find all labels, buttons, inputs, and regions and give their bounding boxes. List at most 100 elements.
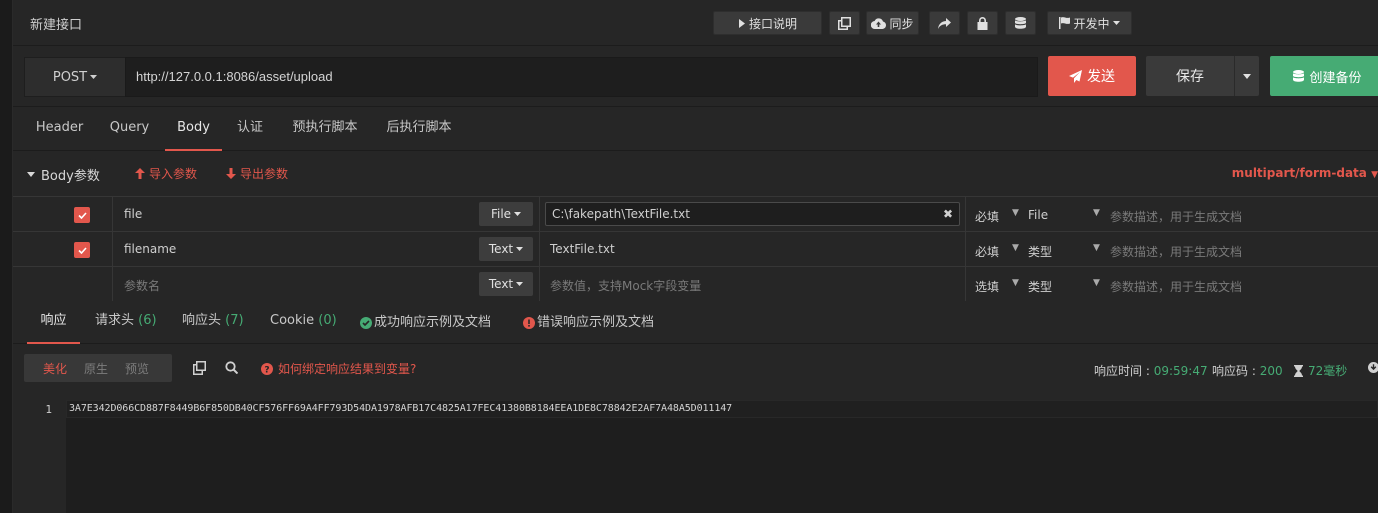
- param-name[interactable]: filename: [124, 242, 176, 256]
- left-sidebar-edge: [0, 0, 13, 513]
- param-datatype-select[interactable]: 类型: [1028, 278, 1052, 295]
- export-params-label: 导出参数: [240, 167, 289, 181]
- save-label: 保存: [1176, 69, 1204, 85]
- param-enabled-checkbox[interactable]: [74, 207, 90, 223]
- send-button[interactable]: 发送: [1048, 56, 1136, 96]
- paper-plane-icon: [1069, 69, 1082, 83]
- arrow-down-icon: [226, 168, 236, 179]
- tab-post-script[interactable]: 后执行脚本: [379, 107, 459, 151]
- param-enabled-checkbox[interactable]: [74, 242, 90, 258]
- save-options-dropdown[interactable]: [1234, 56, 1259, 96]
- tab-error-docs-label: 错误响应示例及文档: [537, 314, 655, 330]
- bind-variable-help-link[interactable]: ? 如何绑定响应结果到变量?: [261, 360, 416, 377]
- url-input[interactable]: http://127.0.0.1:8086/asset/upload: [125, 57, 1038, 97]
- response-time: 响应时间 : 09:59:47: [1094, 362, 1208, 379]
- title-bar: 新建接口 接口说明 同步 开发中: [13, 0, 1378, 46]
- caret-down-icon: [514, 212, 522, 216]
- param-value-input[interactable]: 参数值，支持Mock字段变量: [550, 277, 701, 294]
- view-mode-toggle: 美化 原生 预览: [24, 354, 172, 382]
- tab-response-headers[interactable]: 响应头 (7): [182, 301, 244, 344]
- clear-icon[interactable]: ✖: [943, 203, 953, 225]
- view-mode-raw[interactable]: 原生: [84, 360, 108, 377]
- lock-icon: [977, 16, 988, 30]
- param-datatype-select[interactable]: File: [1028, 208, 1048, 222]
- tab-request-headers[interactable]: 请求头 (6): [95, 301, 157, 344]
- copy-button[interactable]: [829, 11, 860, 35]
- api-doc-button[interactable]: 接口说明: [713, 11, 822, 35]
- check-icon: [77, 246, 87, 254]
- method-label: POST: [52, 69, 88, 85]
- flag-icon: [1059, 17, 1071, 29]
- param-type-label: File: [490, 207, 512, 221]
- download-circle-icon[interactable]: [1368, 362, 1378, 373]
- param-required-select[interactable]: 选填: [975, 278, 999, 295]
- save-button[interactable]: 保存: [1146, 56, 1234, 96]
- body-params-label: Body参数: [41, 169, 100, 184]
- param-type-select[interactable]: Text: [479, 272, 533, 296]
- tab-request-headers-label: 请求头: [95, 313, 135, 328]
- tab-error-docs[interactable]: 错误响应示例及文档: [523, 301, 654, 344]
- check-circle-icon: [360, 316, 372, 329]
- caret-down-icon: ▼: [1012, 278, 1019, 288]
- method-select[interactable]: POST: [24, 57, 125, 97]
- caret-down-icon: ▼: [1371, 170, 1378, 180]
- create-backup-label: 创建备份: [1309, 70, 1362, 86]
- caret-down-icon: ▼: [1093, 243, 1100, 253]
- response-tabs: 响应 请求头 (6) 响应头 (7) Cookie (0) 成功响应示例及文档 …: [13, 301, 1378, 344]
- copy-icon[interactable]: [193, 361, 206, 375]
- param-name[interactable]: file: [124, 207, 142, 221]
- response-time-value: 09:59:47: [1153, 364, 1208, 378]
- param-datatype-select[interactable]: 类型: [1028, 243, 1052, 260]
- body-params-toggle[interactable]: Body参数: [27, 165, 100, 184]
- tab-query[interactable]: Query: [102, 107, 157, 151]
- export-params-button[interactable]: 导出参数: [226, 165, 288, 182]
- tab-body[interactable]: Body: [165, 107, 222, 151]
- response-duration-value: 72毫秒: [1308, 364, 1348, 378]
- share-button[interactable]: [929, 11, 960, 35]
- param-value[interactable]: TextFile.txt: [550, 242, 615, 256]
- param-required-select[interactable]: 必填: [975, 208, 999, 225]
- import-params-label: 导入参数: [149, 167, 198, 181]
- param-file-input[interactable]: C:\fakepath\TextFile.txt ✖: [545, 202, 960, 226]
- view-mode-pretty[interactable]: 美化: [43, 360, 67, 377]
- content-type-select[interactable]: multipart/form-data ▼: [1232, 166, 1378, 180]
- caret-down-icon: ▼: [1012, 208, 1019, 218]
- database-icon: [1015, 16, 1026, 29]
- status-dropdown[interactable]: 开发中: [1047, 11, 1132, 35]
- param-desc-input[interactable]: 参数描述，用于生成文档: [1110, 208, 1242, 225]
- param-desc-input[interactable]: 参数描述，用于生成文档: [1110, 278, 1242, 295]
- param-desc-input[interactable]: 参数描述，用于生成文档: [1110, 243, 1242, 260]
- main-panel: 新建接口 接口说明 同步 开发中 POST http://127.0.0.1:8…: [13, 0, 1378, 513]
- tab-cookie[interactable]: Cookie (0): [270, 301, 337, 344]
- response-body-text: 3A7E342D066CD887F8449B6F850DB40CF576FF69…: [69, 403, 733, 414]
- search-icon[interactable]: [225, 361, 238, 374]
- request-url-row: POST http://127.0.0.1:8086/asset/upload …: [13, 46, 1378, 107]
- create-backup-button[interactable]: 创建备份: [1270, 56, 1378, 96]
- view-mode-preview[interactable]: 预览: [125, 360, 149, 377]
- param-file-value: C:\fakepath\TextFile.txt: [552, 207, 690, 221]
- database-button[interactable]: [1005, 11, 1036, 35]
- lock-button[interactable]: [967, 11, 998, 35]
- arrow-up-icon: [135, 168, 145, 179]
- database-icon: [1293, 69, 1305, 82]
- tab-pre-script[interactable]: 预执行脚本: [285, 107, 365, 151]
- question-circle-icon: ?: [261, 362, 273, 375]
- import-params-button[interactable]: 导入参数: [135, 165, 197, 182]
- param-type-select[interactable]: File: [479, 202, 533, 226]
- caret-down-icon: [27, 172, 35, 177]
- caret-down-icon: ▼: [1012, 243, 1019, 253]
- tab-header[interactable]: Header: [27, 107, 92, 151]
- caret-down-icon: ▼: [1093, 208, 1100, 218]
- caret-down-icon: [1243, 73, 1251, 79]
- param-row: file File C:\fakepath\TextFile.txt ✖ 必填 …: [13, 197, 1378, 232]
- param-required-select[interactable]: 必填: [975, 243, 999, 260]
- param-type-select[interactable]: Text: [479, 237, 533, 261]
- tab-auth[interactable]: 认证: [230, 107, 270, 151]
- sync-label: 同步: [889, 16, 914, 31]
- tab-response[interactable]: 响应: [27, 301, 80, 344]
- param-name-input[interactable]: 参数名: [124, 277, 160, 294]
- caret-down-icon: ▼: [1093, 278, 1100, 288]
- tab-success-docs[interactable]: 成功响应示例及文档: [360, 301, 491, 344]
- sync-button[interactable]: 同步: [866, 11, 919, 35]
- response-body-editor[interactable]: 1 3A7E342D066CD887F8449B6F850DB40CF576FF…: [24, 400, 1378, 513]
